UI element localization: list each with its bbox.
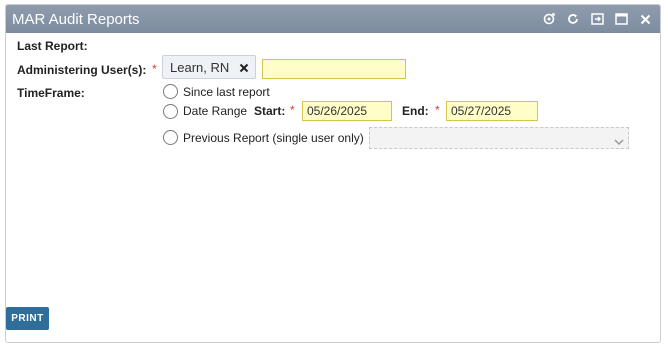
start-date-input[interactable] (302, 101, 392, 121)
start-required-mark: * (290, 103, 295, 117)
refresh-alt-icon[interactable] (538, 8, 560, 30)
last-report-label: Last Report: (17, 39, 88, 53)
start-label: Start: (254, 104, 286, 118)
previous-report-select[interactable] (369, 127, 629, 149)
window-title: MAR Audit Reports (12, 11, 140, 28)
title-bar-controls (538, 8, 656, 30)
date-range-label: Date Range (183, 104, 248, 118)
title-bar: MAR Audit Reports (6, 5, 660, 33)
end-required-mark: * (435, 103, 440, 117)
selected-user-token[interactable]: Learn, RN (162, 55, 256, 79)
since-last-report-label: Since last report (183, 85, 270, 99)
user-search-input[interactable] (262, 59, 406, 79)
administering-users-label: Administering User(s): (17, 63, 147, 77)
previous-report-label: Previous Report (single user only) (183, 131, 364, 145)
chevron-down-icon (614, 133, 624, 151)
selected-user-name: Learn, RN (170, 60, 230, 75)
expand-icon[interactable] (586, 8, 608, 30)
required-mark: * (152, 62, 157, 76)
previous-report-radio[interactable] (163, 130, 178, 145)
since-last-report-radio[interactable] (163, 84, 178, 99)
reload-icon[interactable] (562, 8, 584, 30)
mar-audit-reports-window: MAR Audit Reports Last Report: Administe… (5, 4, 661, 343)
end-date-input[interactable] (446, 101, 538, 121)
maximize-icon[interactable] (610, 8, 632, 30)
print-button[interactable]: PRINT (6, 307, 49, 330)
date-range-radio[interactable] (163, 104, 178, 119)
remove-user-icon[interactable] (238, 61, 250, 73)
timeframe-label: TimeFrame: (17, 86, 85, 100)
close-icon[interactable] (634, 8, 656, 30)
end-label: End: (402, 104, 429, 118)
